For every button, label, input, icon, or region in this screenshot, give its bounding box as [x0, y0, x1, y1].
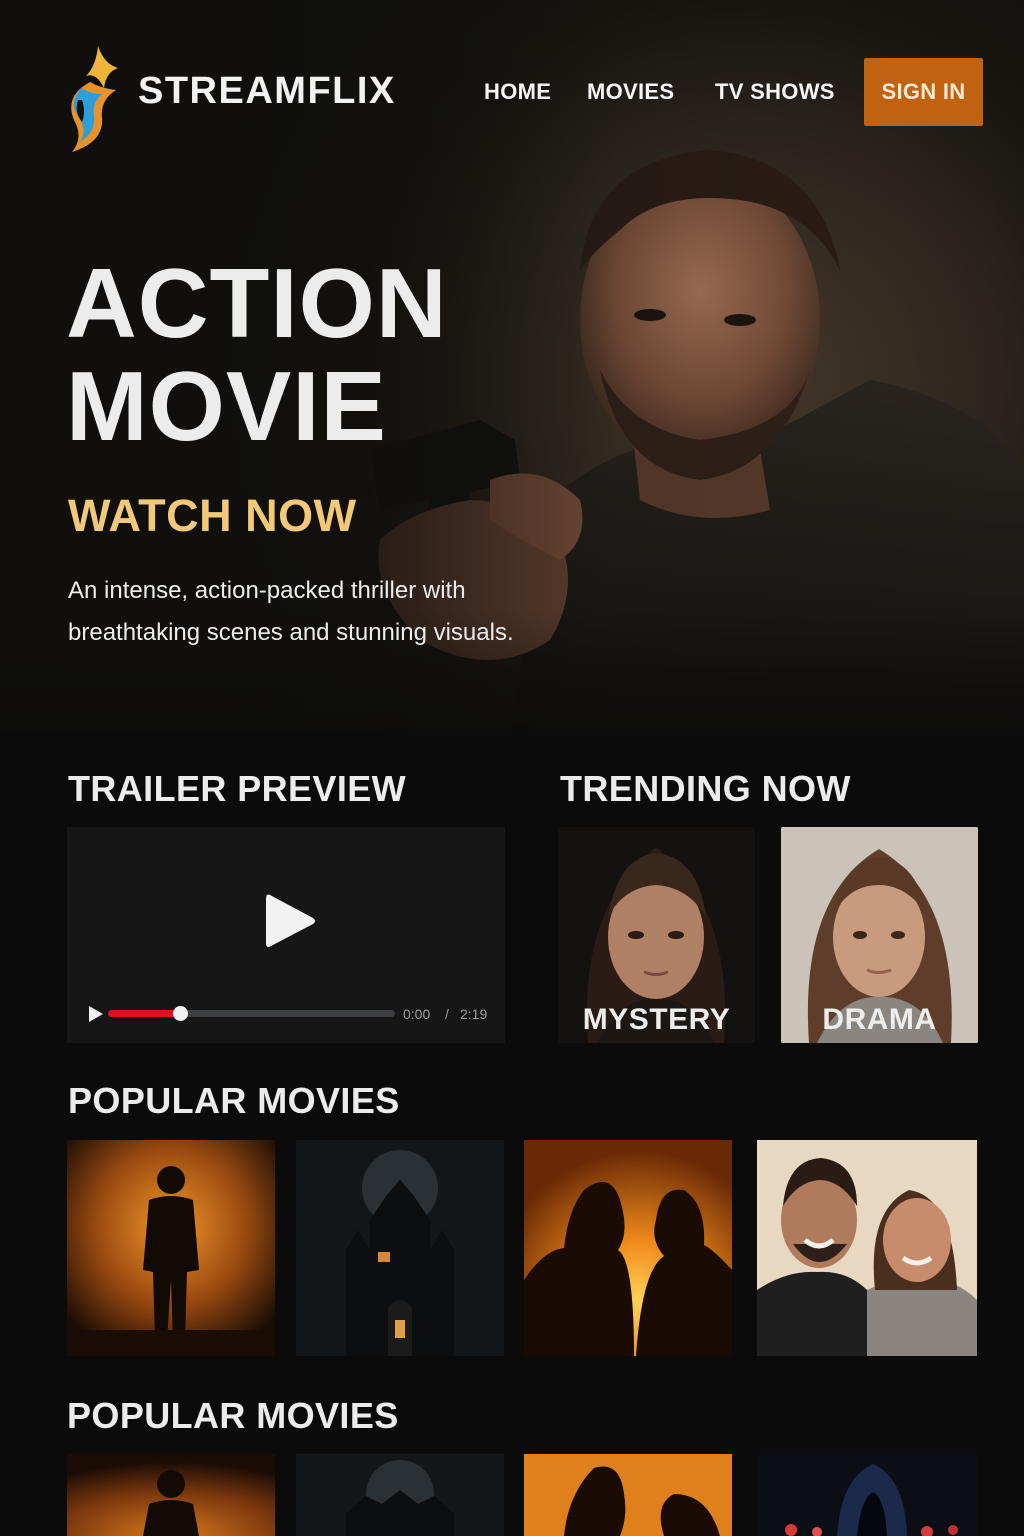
hero-title-line-2: MOVIE: [66, 351, 387, 461]
movie-poster-haunted-castle-2[interactable]: [296, 1454, 504, 1536]
progress-fill: [108, 1010, 180, 1017]
castle-poster-image: [296, 1140, 504, 1356]
movie-poster-silhouette[interactable]: [67, 1140, 275, 1356]
castle-poster-image: [296, 1454, 504, 1536]
hero-description: An intense, action-packed thriller with …: [68, 577, 514, 646]
trailer-preview-heading: TRAILER PREVIEW: [68, 768, 407, 809]
popular-movies-heading: POPULAR MOVIES: [68, 1080, 400, 1121]
trending-now-heading: TRENDING NOW: [560, 768, 851, 809]
hero-title-line-1: ACTION: [66, 248, 448, 358]
duration: 2:19: [460, 1006, 488, 1022]
movie-poster-romance-sunset[interactable]: [524, 1140, 732, 1356]
play-icon[interactable]: [266, 893, 316, 949]
nav-movies[interactable]: MOVIES: [587, 79, 674, 105]
hero-title: ACTION MOVIE: [66, 252, 526, 458]
couple-sunset-poster-image: [524, 1140, 732, 1356]
watch-now-link[interactable]: WATCH NOW: [68, 490, 357, 542]
flame-s-logo-icon[interactable]: [60, 42, 122, 154]
popular-movies-heading-2: POPULAR MOVIES: [67, 1395, 399, 1436]
current-time: 0:00: [403, 1006, 431, 1022]
nav-tv-shows[interactable]: TV SHOWS: [715, 79, 835, 105]
silhouette-poster-image: [67, 1454, 275, 1536]
trending-card-mystery[interactable]: MYSTERY: [558, 827, 755, 1043]
time-separator: /: [445, 1006, 449, 1022]
brand-name[interactable]: STREAMFLIX: [138, 70, 396, 113]
movie-poster-silhouette-2[interactable]: [67, 1454, 275, 1536]
play-control-icon[interactable]: [88, 1005, 104, 1023]
progress-handle[interactable]: [173, 1006, 188, 1021]
trending-label-drama: DRAMA: [822, 1003, 937, 1036]
silhouette-poster-image: [67, 1140, 275, 1356]
trending-card-drama[interactable]: DRAMA: [781, 827, 978, 1043]
movie-poster-romance-sunset-2[interactable]: [524, 1454, 732, 1536]
movie-poster-haunted-castle[interactable]: [296, 1140, 504, 1356]
hooded-figure-poster-image: [757, 1454, 977, 1536]
hero-banner[interactable]: STREAMFLIX HOME MOVIES TV SHOWS SIGN IN …: [0, 0, 1024, 730]
movie-poster-happy-couple[interactable]: [757, 1140, 977, 1356]
trending-label-mystery: MYSTERY: [582, 1003, 731, 1036]
couple-portrait-poster-image: [757, 1140, 977, 1356]
movie-poster-hooded-figure[interactable]: [757, 1454, 977, 1536]
sign-in-button[interactable]: SIGN IN: [864, 58, 983, 126]
couple-sunset-poster-image: [524, 1454, 732, 1536]
nav-home[interactable]: HOME: [484, 79, 551, 105]
